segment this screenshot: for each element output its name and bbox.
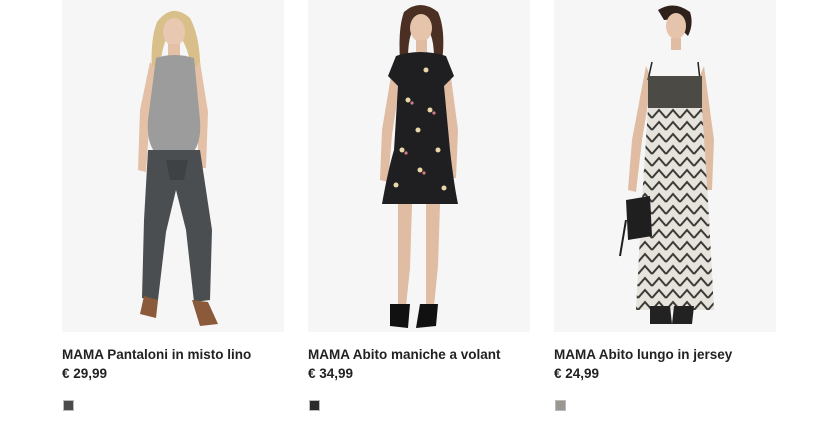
- product-image[interactable]: [308, 0, 530, 332]
- color-swatch[interactable]: [63, 400, 74, 411]
- color-swatch[interactable]: [309, 400, 320, 411]
- product-card[interactable]: MAMA Pantaloni in misto lino € 29,99: [62, 0, 284, 382]
- product-image[interactable]: [554, 0, 776, 332]
- product-price: € 34,99: [308, 366, 354, 381]
- product-card[interactable]: MAMA Abito lungo in jersey € 24,99: [554, 0, 776, 382]
- model-photo-floral-dress-icon: [308, 0, 530, 332]
- model-photo-trousers-icon: [62, 0, 284, 332]
- product-image[interactable]: [62, 0, 284, 332]
- product-grid: MAMA Pantaloni in misto lino € 29,99 MAM…: [0, 0, 817, 442]
- model-photo-long-dress-icon: [554, 0, 776, 332]
- color-swatch[interactable]: [555, 400, 566, 411]
- product-price: € 24,99: [554, 366, 600, 381]
- product-title[interactable]: MAMA Abito lungo in jersey: [554, 346, 776, 363]
- product-price: € 29,99: [62, 366, 108, 381]
- product-card[interactable]: MAMA Abito maniche a volant € 34,99: [308, 0, 530, 382]
- product-title[interactable]: MAMA Abito maniche a volant: [308, 346, 530, 363]
- product-title[interactable]: MAMA Pantaloni in misto lino: [62, 346, 284, 363]
